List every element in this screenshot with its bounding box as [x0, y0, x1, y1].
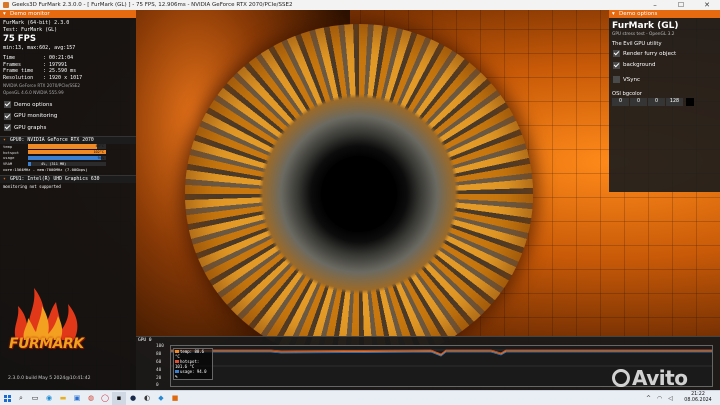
y-tick: 80 — [156, 352, 162, 357]
demo-options-checkbox[interactable]: Demo options — [0, 99, 136, 111]
legend-item: hotspot: 101.6 °C — [175, 359, 200, 369]
bar-fill — [28, 161, 32, 167]
bar-fill — [28, 155, 102, 161]
gpu0-bars: temp 89°C hotspot 102°C usage 94% VRAM 4%, (… — [0, 144, 136, 167]
build-version: 2.3.0.0 build May 5 2024@10:41:42 — [8, 376, 91, 381]
legend-swatch — [175, 360, 179, 363]
fps-readout: 75 FPS — [3, 34, 36, 44]
close-button[interactable]: ✕ — [694, 0, 720, 10]
avito-watermark: Avito — [612, 366, 688, 390]
checkbox-icon — [613, 61, 620, 69]
start-button[interactable] — [0, 392, 14, 405]
legend-swatch — [175, 370, 179, 373]
demo-options-header[interactable]: ▾ Demo options — [609, 10, 720, 18]
volume-icon[interactable]: ◁ — [665, 395, 676, 402]
app-version-line: FurMark (64-bit) 2.3.0 — [3, 20, 70, 26]
bgcolor-swatch[interactable] — [686, 97, 694, 106]
bgcolor-b-input[interactable]: 0 — [648, 97, 665, 106]
bgcolor-g-input[interactable]: 0 — [630, 97, 647, 106]
taskbar-clock[interactable]: 21:22 08.06.2024 — [676, 392, 720, 404]
steam-icon[interactable]: ● — [126, 392, 140, 405]
store-icon[interactable]: ▣ — [70, 392, 84, 405]
render-furry-object-checkbox[interactable]: Render furry object — [609, 48, 720, 60]
app-subtitle: GPU stress test - OpenGL 3.2 — [612, 32, 675, 37]
paint-icon[interactable]: ◆ — [154, 392, 168, 405]
gpu-monitoring-checkbox[interactable]: GPU monitoring — [0, 111, 136, 123]
graph-legend: temp: 88.6 °C hotspot: 101.6 °C usage: 9… — [173, 348, 213, 380]
background-checkbox[interactable]: background — [609, 60, 720, 72]
utility-tagline: The Evil GPU utility — [612, 41, 662, 47]
y-tick: 20 — [156, 376, 162, 381]
vsync-checkbox[interactable]: VSync — [609, 74, 720, 86]
bgcolor-label: OSI bgcolor — [612, 90, 642, 97]
maximize-button[interactable]: ☐ — [668, 0, 694, 10]
donut-hole — [321, 156, 397, 232]
gpu0-header[interactable]: ▾ GPU0: NVIDIA GeForce RTX 2070 — [0, 135, 136, 144]
chrome-icon[interactable]: ◍ — [84, 392, 98, 405]
flame-icon — [14, 288, 78, 340]
furmark-logo: FURMARK — [6, 282, 96, 372]
search-icon[interactable]: ⌕ — [14, 392, 28, 405]
checkbox-icon — [613, 50, 620, 58]
legend-item: temp: 88.6 °C — [175, 349, 205, 359]
fps-stats: min:13, max:602, avg:157 — [3, 45, 76, 51]
legend-swatch — [175, 350, 179, 353]
test-name-line: Test: FurMark (GL) — [3, 27, 58, 33]
avito-logo-icon — [612, 369, 630, 387]
y-tick: 100 — [156, 344, 164, 349]
bar-fill — [28, 144, 98, 149]
demo-monitor-header[interactable]: ▾ Demo monitor — [0, 10, 136, 18]
app-icon — [0, 0, 12, 10]
minimize-button[interactable]: – — [642, 0, 668, 10]
windows-logo-icon — [3, 394, 11, 402]
bgcolor-inputs: 0 0 0 128 — [609, 97, 720, 106]
app-icon[interactable]: ■ — [168, 392, 182, 405]
logo-wordmark: FURMARK — [9, 336, 84, 352]
opera-icon[interactable]: ◯ — [98, 392, 112, 405]
furmark-icon[interactable]: ▪ — [112, 391, 126, 405]
y-tick: 60 — [156, 360, 162, 365]
file-explorer-icon[interactable]: ▬ — [56, 392, 70, 405]
furry-donut-object — [185, 24, 533, 364]
edge-icon[interactable]: ◉ — [42, 392, 56, 405]
demo-options-panel: ▾ Demo options FurMark (GL) GPU stress te… — [609, 10, 720, 192]
taskbar: ⌕ ▭ ◉ ▬ ▣ ◍ ◯ ▪ ● ◐ ◆ ■ ^ ◠ ◁ 21:22 08.0… — [0, 390, 720, 405]
y-tick: 40 — [156, 368, 162, 373]
task-view-icon[interactable]: ▭ — [28, 392, 42, 405]
media-icon[interactable]: ◐ — [140, 392, 154, 405]
tray-chevron-icon[interactable]: ^ — [643, 395, 654, 402]
checkbox-icon — [4, 124, 11, 132]
collapse-arrow-icon: ▾ — [612, 11, 615, 17]
checkbox-icon — [613, 76, 620, 84]
window-title: Geeks3D FurMark 2.3.0.0 - [ FurMark (GL)… — [12, 2, 293, 8]
graph-title: GPU 0 — [138, 338, 152, 343]
window-title-bar: Geeks3D FurMark 2.3.0.0 - [ FurMark (GL)… — [0, 0, 720, 10]
app-name: FurMark (GL) — [612, 21, 679, 31]
checkbox-icon — [4, 101, 11, 109]
legend-item: usage: 94.0 % — [175, 369, 207, 379]
gpu-graphs-checkbox[interactable]: GPU graphs — [0, 122, 136, 134]
gpu1-header[interactable]: ▾ GPU1: Intel(R) UHD Graphics 630 — [0, 174, 136, 183]
network-icon[interactable]: ◠ — [654, 395, 665, 402]
checkbox-icon — [4, 112, 11, 120]
gpu1-status: monitoring not supported — [3, 183, 61, 189]
collapse-arrow-icon: ▾ — [3, 11, 6, 17]
bgcolor-r-input[interactable]: 0 — [612, 97, 629, 106]
y-tick: 0 — [156, 383, 159, 388]
bgcolor-a-input[interactable]: 128 — [666, 97, 683, 106]
